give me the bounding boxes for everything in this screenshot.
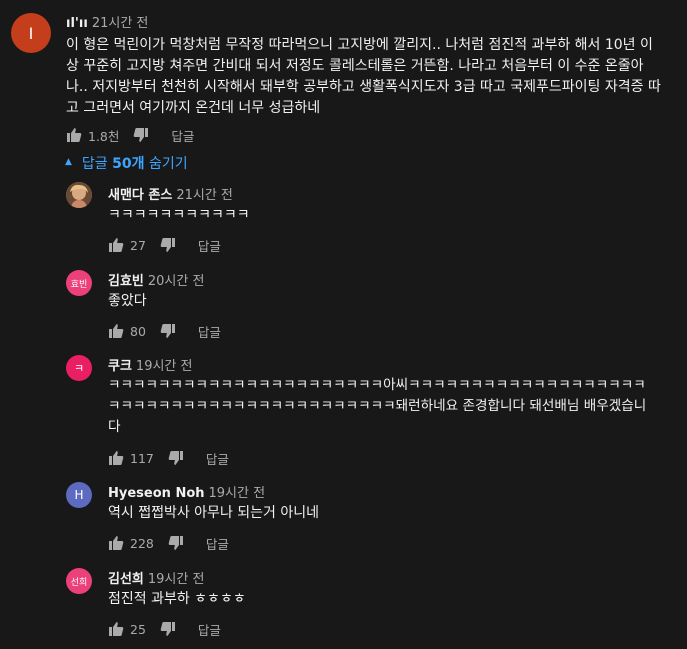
avatar[interactable]: I <box>11 13 51 53</box>
thumbs-up-icon <box>67 128 82 142</box>
like-count: 117 <box>130 450 154 466</box>
thumbs-up-icon <box>109 451 124 465</box>
comment-header: ıl'ıı 21시간 전 <box>66 12 148 31</box>
thumbs-down-icon <box>160 238 175 252</box>
avatar-letter: I <box>28 23 34 43</box>
dislike-button[interactable] <box>160 323 176 339</box>
reply-button[interactable]: 답글 <box>171 126 194 145</box>
thumbs-down-icon <box>160 324 175 338</box>
thumbs-down-icon <box>134 128 149 142</box>
comment-text: 좋았다 <box>108 293 147 309</box>
thumbs-down-icon <box>160 622 175 636</box>
toggle-count: 50개 <box>112 156 145 172</box>
like-count: 25 <box>130 621 146 637</box>
like-count: 228 <box>130 535 154 551</box>
timestamp[interactable]: 21시간 전 <box>92 16 149 31</box>
reply-button[interactable]: 답글 <box>198 236 221 255</box>
comment-header: 김효빈 20시간 전 <box>108 270 204 289</box>
author-name[interactable]: 김효빈 <box>108 274 144 289</box>
avatar-text: ㅋ <box>73 362 85 375</box>
reply-button[interactable]: 답글 <box>206 534 229 553</box>
comment-actions: 27 답글 <box>108 235 221 255</box>
comment-actions: 228 답글 <box>108 533 229 553</box>
timestamp[interactable]: 19시간 전 <box>148 572 205 587</box>
avatar-text: 효빈 <box>70 279 88 290</box>
comment-actions: 117 답글 <box>108 448 229 468</box>
thumbs-down-icon <box>168 536 183 550</box>
comment-header: Hyeseon Noh 19시간 전 <box>108 482 265 501</box>
author-name[interactable]: Hyeseon Noh <box>108 486 205 501</box>
comment-text: 역시 쩝쩝박사 아무나 되는거 아니네 <box>108 505 319 521</box>
like-button[interactable]: 80 <box>108 323 146 339</box>
like-button[interactable]: 117 <box>108 450 154 466</box>
dislike-button[interactable] <box>160 237 176 253</box>
comment-actions: 25 답글 <box>108 619 221 639</box>
timestamp[interactable]: 20시간 전 <box>148 274 205 289</box>
comment-actions: 80 답글 <box>108 321 221 341</box>
hide-replies-toggle[interactable]: ▲ 답글 50개 숨기기 <box>65 154 188 172</box>
like-button[interactable]: 228 <box>108 535 154 551</box>
comment-text: 점진적 과부하 ㅎㅎㅎㅎ <box>108 591 246 607</box>
like-count: 80 <box>130 323 146 339</box>
avatar-text: H <box>74 488 84 502</box>
like-button[interactable]: 1.8천 <box>66 126 119 145</box>
author-name[interactable]: 김선희 <box>108 572 144 587</box>
timestamp[interactable]: 19시간 전 <box>136 359 193 374</box>
toggle-suffix: 숨기기 <box>148 156 188 172</box>
thumbs-down-icon <box>168 451 183 465</box>
author-name[interactable]: 새맨다 존스 <box>108 188 172 203</box>
author-name[interactable]: ıl'ıı <box>66 16 88 31</box>
timestamp[interactable]: 19시간 전 <box>209 486 266 501</box>
comment-actions: 1.8천 답글 <box>66 125 194 145</box>
avatar-text: 선희 <box>70 577 88 588</box>
avatar[interactable]: 선희 <box>66 568 92 594</box>
like-count: 1.8천 <box>88 128 120 144</box>
dislike-button[interactable] <box>160 621 176 637</box>
timestamp[interactable]: 21시간 전 <box>176 188 233 203</box>
thumbs-up-icon <box>109 536 124 550</box>
like-count: 27 <box>130 237 146 253</box>
comment-header: 김선희 19시간 전 <box>108 568 204 587</box>
dislike-button[interactable] <box>168 535 184 551</box>
reply-button[interactable]: 답글 <box>198 620 221 639</box>
thumbs-up-icon <box>109 622 124 636</box>
like-button[interactable]: 27 <box>108 237 146 253</box>
chevron-up-icon: ▲ <box>65 157 72 167</box>
comment-text: 이 형은 먹린이가 먹창처럼 무작정 따라먹으니 고지방에 깔리지.. 나처럼 … <box>66 37 661 116</box>
comment-text: ㅋㅋㅋㅋㅋㅋㅋㅋㅋㅋㅋㅋㅋㅋㅋㅋㅋㅋㅋㅋㅋㅋ아씨ㅋㅋㅋㅋㅋㅋㅋㅋㅋㅋㅋㅋㅋㅋㅋㅋ… <box>108 377 647 435</box>
author-name[interactable]: 쿠크 <box>108 359 132 374</box>
reply-button[interactable]: 답글 <box>206 449 229 468</box>
avatar[interactable]: H <box>66 482 92 508</box>
comment-header: 새맨다 존스 21시간 전 <box>108 184 233 203</box>
toggle-prefix: 답글 <box>81 156 108 172</box>
thumbs-up-icon <box>109 238 124 252</box>
like-button[interactable]: 25 <box>108 621 146 637</box>
thumbs-up-icon <box>109 324 124 338</box>
dislike-button[interactable] <box>133 127 149 143</box>
dislike-button[interactable] <box>168 450 184 466</box>
comment-text: ㅋㅋㅋㅋㅋㅋㅋㅋㅋㅋㅋ <box>108 207 250 223</box>
comment-header: 쿠크 19시간 전 <box>108 355 192 374</box>
avatar[interactable]: 효빈 <box>66 270 92 296</box>
avatar[interactable] <box>66 182 92 208</box>
profile-photo-icon <box>66 182 92 208</box>
avatar[interactable]: ㅋ <box>66 355 92 381</box>
reply-button[interactable]: 답글 <box>198 322 221 341</box>
